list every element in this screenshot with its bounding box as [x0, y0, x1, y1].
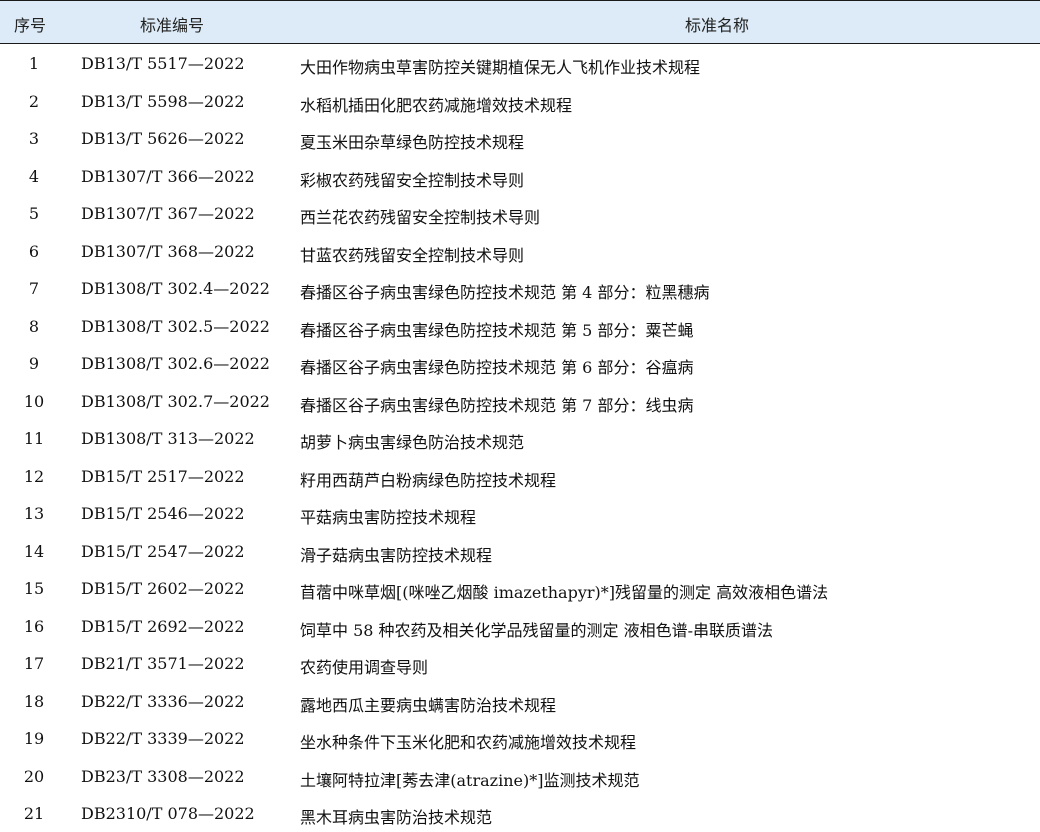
cell-name: 滑子菇病虫害防控技术规程 [300, 545, 493, 565]
cell-no: 1 [28, 54, 40, 73]
cell-name: 平菇病虫害防控技术规程 [300, 508, 477, 527]
cell-code: DB13/T 5598—2022 [81, 91, 245, 111]
cell-code: DB23/T 3308—2022 [81, 766, 245, 786]
cell-no: 21 [23, 804, 45, 823]
cell-name: 饲草中 58 种农药及相关化学品残留量的测定 液相色谱-串联质谱法 [300, 620, 774, 640]
table-row: 12 DB15/T 2517—2022 籽用西葫芦白粉病绿色防控技术规程 [0, 457, 1040, 495]
cell-no: 4 [28, 166, 40, 186]
cell-name: 黑木耳病虫害防治技术规范 [300, 808, 493, 827]
cell-code: DB15/T 2602—2022 [81, 579, 245, 598]
cell-code: DB22/T 3339—2022 [81, 729, 245, 748]
table-row: 7 DB1308/T 302.4—2022 春播区谷子病虫害绿色防控技术规范 第 4… [0, 269, 1040, 307]
cell-no: 11 [23, 429, 45, 448]
cell-name: 苜蓿中咪草烟[(咪唑乙烟酸 imazethapyr)*]残留量的测定 高效液相色… [300, 583, 829, 602]
cell-code: DB22/T 3336—2022 [81, 691, 245, 711]
cell-code: DB15/T 2517—2022 [81, 466, 245, 486]
header-name: 标准名称 [685, 16, 750, 35]
cell-code: DB2310/T 078—2022 [81, 804, 255, 823]
cell-name: 甘蓝农药残留安全控制技术导则 [300, 245, 525, 265]
cell-no: 9 [28, 354, 40, 373]
cell-no: 20 [23, 766, 45, 786]
cell-name: 坐水种条件下玉米化肥和农药减施增效技术规程 [300, 733, 637, 752]
table-row: 16 DB15/T 2692—2022 饲草中 58 种农药及相关化学品残留量的测定… [0, 607, 1040, 645]
cell-name: 水稻机插田化肥农药减施增效技术规程 [300, 95, 573, 115]
cell-no: 13 [23, 504, 45, 523]
cell-no: 6 [28, 241, 40, 261]
cell-code: DB1307/T 367—2022 [81, 204, 255, 223]
table-row: 4 DB1307/T 366—2022 彩椒农药残留安全控制技术导则 [0, 157, 1040, 195]
table-row: 15 DB15/T 2602—2022 苜蓿中咪草烟[(咪唑乙烟酸 imazetha… [0, 569, 1040, 607]
cell-code: DB13/T 5517—2022 [81, 54, 245, 73]
cell-name: 春播区谷子病虫害绿色防控技术规范 第 4 部分：粒黑穗病 [300, 283, 710, 302]
cell-code: DB1307/T 366—2022 [81, 166, 255, 186]
cell-code: DB13/T 5626—2022 [81, 129, 245, 148]
cell-code: DB1308/T 313—2022 [81, 429, 255, 448]
table-row: 19 DB22/T 3339—2022 坐水种条件下玉米化肥和农药减施增效技术规程 [0, 719, 1040, 757]
cell-no: 16 [23, 616, 45, 636]
table-row: 2 DB13/T 5598—2022 水稻机插田化肥农药减施增效技术规程 [0, 82, 1040, 120]
cell-code: DB15/T 2692—2022 [81, 616, 245, 636]
table-row: 21 DB2310/T 078—2022 黑木耳病虫害防治技术规范 [0, 794, 1040, 832]
cell-code: DB1308/T 302.6—2022 [81, 354, 270, 373]
table-row: 11 DB1308/T 313—2022 胡萝卜病虫害绿色防治技术规范 [0, 419, 1040, 457]
header-code: 标准编号 [140, 16, 205, 35]
table-row: 18 DB22/T 3336—2022 露地西瓜主要病虫螨害防治技术规程 [0, 682, 1040, 720]
table-row: 14 DB15/T 2547—2022 滑子菇病虫害防控技术规程 [0, 532, 1040, 570]
cell-no: 19 [23, 729, 45, 748]
table-body: 1 DB13/T 5517—2022 大田作物病虫草害防控关键期植保无人飞机作业技术… [0, 44, 1040, 832]
table-header: 序号 标准编号 标准名称 [0, 0, 1040, 44]
cell-no: 5 [28, 204, 40, 223]
cell-code: DB15/T 2546—2022 [81, 504, 245, 523]
table-row: 13 DB15/T 2546—2022 平菇病虫害防控技术规程 [0, 494, 1040, 532]
cell-no: 17 [23, 654, 45, 673]
cell-no: 10 [23, 391, 45, 411]
cell-name: 彩椒农药残留安全控制技术导则 [300, 170, 525, 190]
cell-name: 胡萝卜病虫害绿色防治技术规范 [300, 433, 525, 452]
table-row: 10 DB1308/T 302.7—2022 春播区谷子病虫害绿色防控技术规范 第 … [0, 382, 1040, 420]
cell-code: DB21/T 3571—2022 [81, 654, 245, 673]
table-row: 17 DB21/T 3571—2022 农药使用调查导则 [0, 644, 1040, 682]
cell-no: 2 [28, 91, 40, 111]
cell-no: 14 [23, 541, 45, 561]
cell-name: 春播区谷子病虫害绿色防控技术规范 第 6 部分：谷瘟病 [300, 358, 694, 377]
header-no: 序号 [14, 16, 47, 35]
cell-no: 8 [28, 316, 40, 336]
cell-name: 土壤阿特拉津[莠去津(atrazine)*]监测技术规范 [300, 770, 640, 790]
cell-no: 7 [28, 279, 40, 298]
cell-no: 12 [23, 466, 45, 486]
table-row: 8 DB1308/T 302.5—2022 春播区谷子病虫害绿色防控技术规范 第 5… [0, 307, 1040, 345]
cell-name: 籽用西葫芦白粉病绿色防控技术规程 [300, 470, 557, 490]
cell-name: 春播区谷子病虫害绿色防控技术规范 第 5 部分：粟芒蝇 [300, 320, 694, 340]
table-row: 1 DB13/T 5517—2022 大田作物病虫草害防控关键期植保无人飞机作业技术… [0, 44, 1040, 82]
cell-name: 农药使用调查导则 [300, 658, 429, 677]
cell-name: 露地西瓜主要病虫螨害防治技术规程 [300, 695, 557, 715]
cell-name: 大田作物病虫草害防控关键期植保无人飞机作业技术规程 [300, 58, 701, 77]
table-row: 6 DB1307/T 368—2022 甘蓝农药残留安全控制技术导则 [0, 232, 1040, 270]
table-row: 20 DB23/T 3308—2022 土壤阿特拉津[莠去津(atrazine)*]… [0, 757, 1040, 795]
cell-no: 15 [23, 579, 45, 598]
cell-code: DB15/T 2547—2022 [81, 541, 245, 561]
cell-code: DB1308/T 302.7—2022 [81, 391, 270, 411]
cell-no: 3 [28, 129, 40, 148]
cell-code: DB1308/T 302.4—2022 [81, 279, 270, 298]
cell-name: 春播区谷子病虫害绿色防控技术规范 第 7 部分：线虫病 [300, 395, 694, 415]
table-row: 5 DB1307/T 367—2022 西兰花农药残留安全控制技术导则 [0, 194, 1040, 232]
table-row: 9 DB1308/T 302.6—2022 春播区谷子病虫害绿色防控技术规范 第 6… [0, 344, 1040, 382]
cell-no: 18 [23, 691, 45, 711]
cell-name: 夏玉米田杂草绿色防控技术规程 [300, 133, 525, 152]
cell-name: 西兰花农药残留安全控制技术导则 [300, 208, 541, 227]
cell-code: DB1307/T 368—2022 [81, 241, 255, 261]
cell-code: DB1308/T 302.5—2022 [81, 316, 270, 336]
table-row: 3 DB13/T 5626—2022 夏玉米田杂草绿色防控技术规程 [0, 119, 1040, 157]
